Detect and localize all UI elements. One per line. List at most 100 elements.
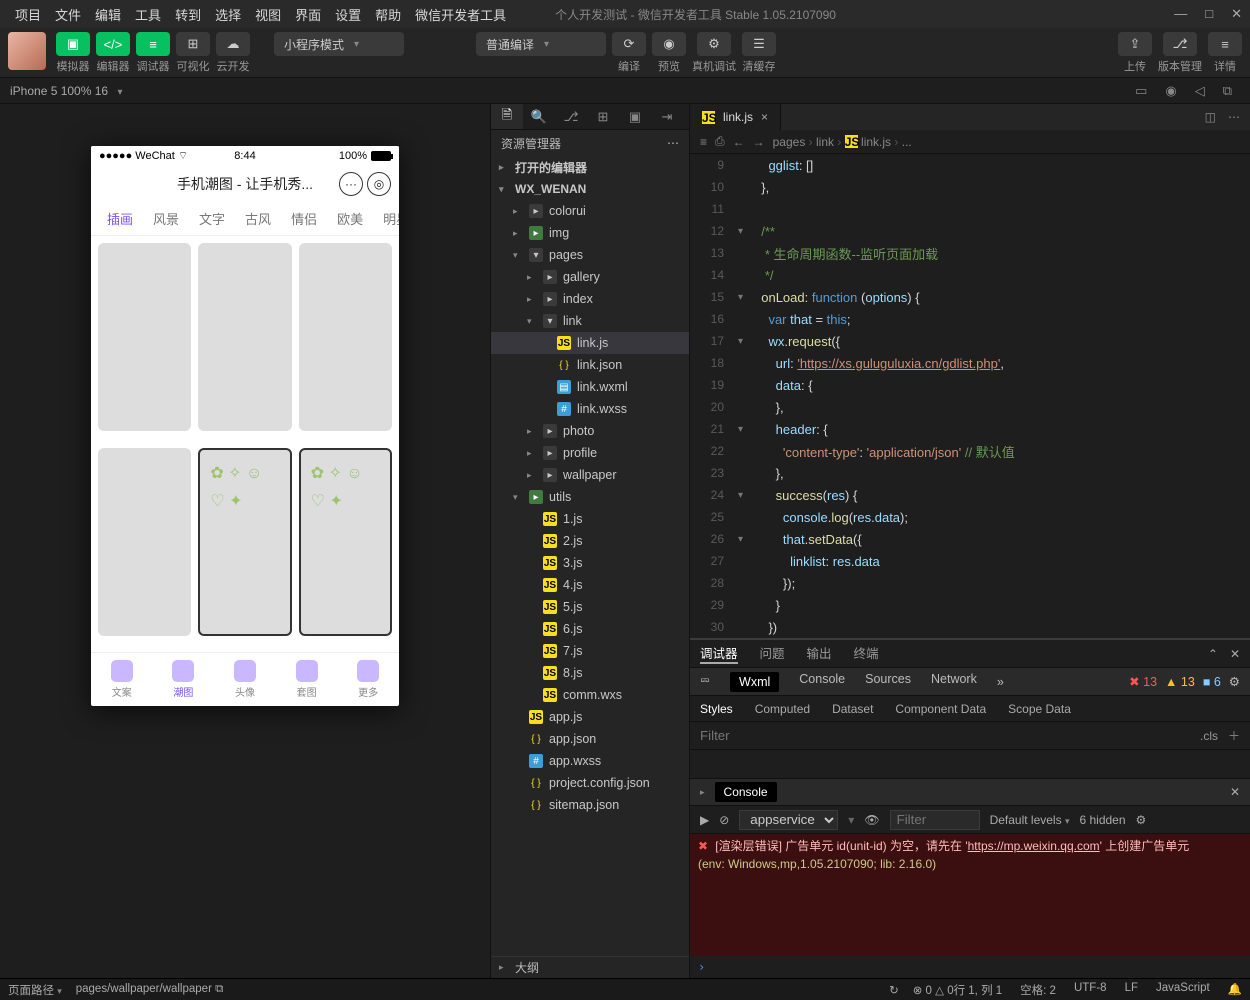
box-icon[interactable]: ▣ bbox=[619, 104, 651, 129]
split-icon[interactable]: ◫ bbox=[1205, 110, 1216, 124]
folder-node[interactable]: ▾▾pages bbox=[491, 244, 689, 266]
preview-button[interactable]: ◉ bbox=[652, 32, 686, 56]
editor-tab[interactable]: JSlink.js× bbox=[690, 104, 781, 130]
bottom-tab[interactable]: 套图 bbox=[276, 653, 338, 706]
hidden-count[interactable]: 6 hidden bbox=[1079, 813, 1125, 827]
eol[interactable]: LF bbox=[1125, 982, 1138, 998]
debugger-button[interactable]: ≡ bbox=[136, 32, 170, 56]
bookmark-icon[interactable]: ⎙ bbox=[715, 134, 725, 149]
style-tab[interactable]: Scope Data bbox=[1008, 702, 1071, 716]
category-tab[interactable]: 明星 bbox=[373, 209, 399, 228]
file-node[interactable]: JS2.js bbox=[491, 530, 689, 552]
folder-node[interactable]: ▸▸gallery bbox=[491, 266, 689, 288]
category-tab[interactable]: 欧美 bbox=[327, 209, 373, 228]
gear-icon[interactable]: ⚙ bbox=[1229, 674, 1240, 689]
eye-icon[interactable]: 👁 bbox=[864, 813, 879, 827]
gear-icon[interactable]: ⚙ bbox=[1136, 813, 1147, 827]
wallpaper-card[interactable] bbox=[98, 448, 191, 636]
toggle-icon[interactable]: ≡ bbox=[700, 135, 707, 149]
folder-node[interactable]: ▸▸profile bbox=[491, 442, 689, 464]
wallpaper-card[interactable] bbox=[198, 243, 291, 431]
device-select[interactable]: iPhone 5 100% 16 ▾ bbox=[10, 84, 122, 98]
folder-node[interactable]: ▾▾link bbox=[491, 310, 689, 332]
reload-icon[interactable]: ↻ bbox=[889, 983, 899, 997]
menu-item[interactable]: 工具 bbox=[128, 1, 168, 28]
file-node[interactable]: JS4.js bbox=[491, 574, 689, 596]
console-input[interactable]: › bbox=[690, 956, 1250, 978]
menu-item[interactable]: 编辑 bbox=[88, 1, 128, 28]
folder-node[interactable]: ▸▸img bbox=[491, 222, 689, 244]
close-console-icon[interactable]: ✕ bbox=[1230, 785, 1240, 799]
folder-node[interactable]: ▸▸photo bbox=[491, 420, 689, 442]
files-icon[interactable]: 🗎 bbox=[491, 104, 523, 129]
style-tab[interactable]: Dataset bbox=[832, 702, 873, 716]
context-select[interactable]: appservice bbox=[739, 810, 838, 830]
close-tab-icon[interactable]: × bbox=[761, 110, 768, 124]
collapse-icon[interactable]: ⌃ bbox=[1208, 647, 1218, 661]
devtools-tab[interactable]: Wxml bbox=[730, 672, 779, 692]
info-badge[interactable]: ■ 6 bbox=[1203, 675, 1221, 689]
record-icon[interactable]: ◉ bbox=[1165, 83, 1176, 99]
file-node[interactable]: #app.wxss bbox=[491, 750, 689, 772]
devtools-tab[interactable]: Network bbox=[931, 672, 977, 692]
play-icon[interactable]: ▶ bbox=[700, 813, 709, 827]
folder-node[interactable]: ▸▸wallpaper bbox=[491, 464, 689, 486]
compile-button[interactable]: ⟳ bbox=[612, 32, 646, 56]
crumb-seg[interactable]: JS link.js bbox=[845, 135, 891, 149]
copy-icon[interactable]: ⧉ bbox=[1223, 83, 1232, 99]
category-tab[interactable]: 插画 bbox=[97, 209, 143, 228]
file-node[interactable]: JS1.js bbox=[491, 508, 689, 530]
cloud-button[interactable]: ☁ bbox=[216, 32, 250, 56]
file-node[interactable]: { }link.json bbox=[491, 354, 689, 376]
file-node[interactable]: JSapp.js bbox=[491, 706, 689, 728]
levels-select[interactable]: Default levels ▾ bbox=[990, 813, 1070, 827]
file-node[interactable]: JS3.js bbox=[491, 552, 689, 574]
upload-button[interactable]: ⇪ bbox=[1118, 32, 1152, 56]
menu-item[interactable]: 界面 bbox=[288, 1, 328, 28]
mute-icon[interactable]: ◁ bbox=[1195, 83, 1205, 99]
grid-icon[interactable]: ⊞ bbox=[587, 104, 619, 129]
outline-section[interactable]: ▸大纲 bbox=[491, 956, 689, 978]
debugger-tab[interactable]: 问题 bbox=[760, 643, 785, 664]
file-node[interactable]: JS7.js bbox=[491, 640, 689, 662]
log-link[interactable]: https://mp.weixin.qq.com bbox=[968, 839, 1100, 853]
inspect-icon[interactable]: ⮹ bbox=[700, 674, 710, 689]
file-node[interactable]: JSlink.js bbox=[491, 332, 689, 354]
file-node[interactable]: { }app.json bbox=[491, 728, 689, 750]
bell-icon[interactable]: 🔔 bbox=[1228, 982, 1242, 998]
file-node[interactable]: { }sitemap.json bbox=[491, 794, 689, 816]
bottom-tab[interactable]: 更多 bbox=[337, 653, 399, 706]
page-path-label[interactable]: 页面路径 ▾ bbox=[8, 982, 62, 998]
folder-node[interactable]: ▾▸utils bbox=[491, 486, 689, 508]
file-node[interactable]: #link.wxss bbox=[491, 398, 689, 420]
capsule-menu[interactable]: ··· bbox=[339, 172, 363, 196]
file-node[interactable]: JS6.js bbox=[491, 618, 689, 640]
category-tab[interactable]: 风景 bbox=[143, 209, 189, 228]
debugger-tab[interactable]: 终端 bbox=[854, 643, 879, 664]
bottom-tab[interactable]: 头像 bbox=[214, 653, 276, 706]
menu-item[interactable]: 视图 bbox=[248, 1, 288, 28]
open-editors-section[interactable]: ▸打开的编辑器 bbox=[491, 156, 689, 178]
console-tab[interactable]: Console bbox=[715, 782, 777, 802]
problems-count[interactable]: ⊗ 0 △ 0 bbox=[913, 983, 954, 997]
close-button[interactable]: ✕ bbox=[1231, 6, 1242, 22]
page-path-value[interactable]: pages/wallpaper/wallpaper ⧉ bbox=[76, 983, 224, 996]
filter-input[interactable] bbox=[700, 728, 1190, 743]
user-avatar[interactable] bbox=[8, 32, 46, 70]
visual-button[interactable]: ⊞ bbox=[176, 32, 210, 56]
crumb-seg[interactable]: link bbox=[816, 135, 834, 149]
mode-select[interactable]: 小程序模式▾ bbox=[274, 32, 404, 56]
code-editor[interactable]: 9 gglist: []10 },1112▾ /**13 * 生命周期函数--监… bbox=[690, 154, 1250, 638]
detail-button[interactable]: ≡ bbox=[1208, 32, 1242, 56]
capsule-close[interactable]: ◎ bbox=[367, 172, 391, 196]
forward-icon[interactable]: → bbox=[753, 135, 765, 149]
bottom-tab[interactable]: 文案 bbox=[91, 653, 153, 706]
search-icon[interactable]: 🔍 bbox=[523, 104, 555, 129]
simulator-button[interactable]: ▣ bbox=[56, 32, 90, 56]
devtools-tab[interactable]: Sources bbox=[865, 672, 911, 692]
more-icon[interactable]: ⋯ bbox=[1228, 110, 1240, 124]
menu-item[interactable]: 帮助 bbox=[368, 1, 408, 28]
style-tab[interactable]: Component Data bbox=[895, 702, 986, 716]
close-icon[interactable]: ✕ bbox=[1230, 647, 1240, 661]
clear-cache-button[interactable]: ☰ bbox=[742, 32, 776, 56]
